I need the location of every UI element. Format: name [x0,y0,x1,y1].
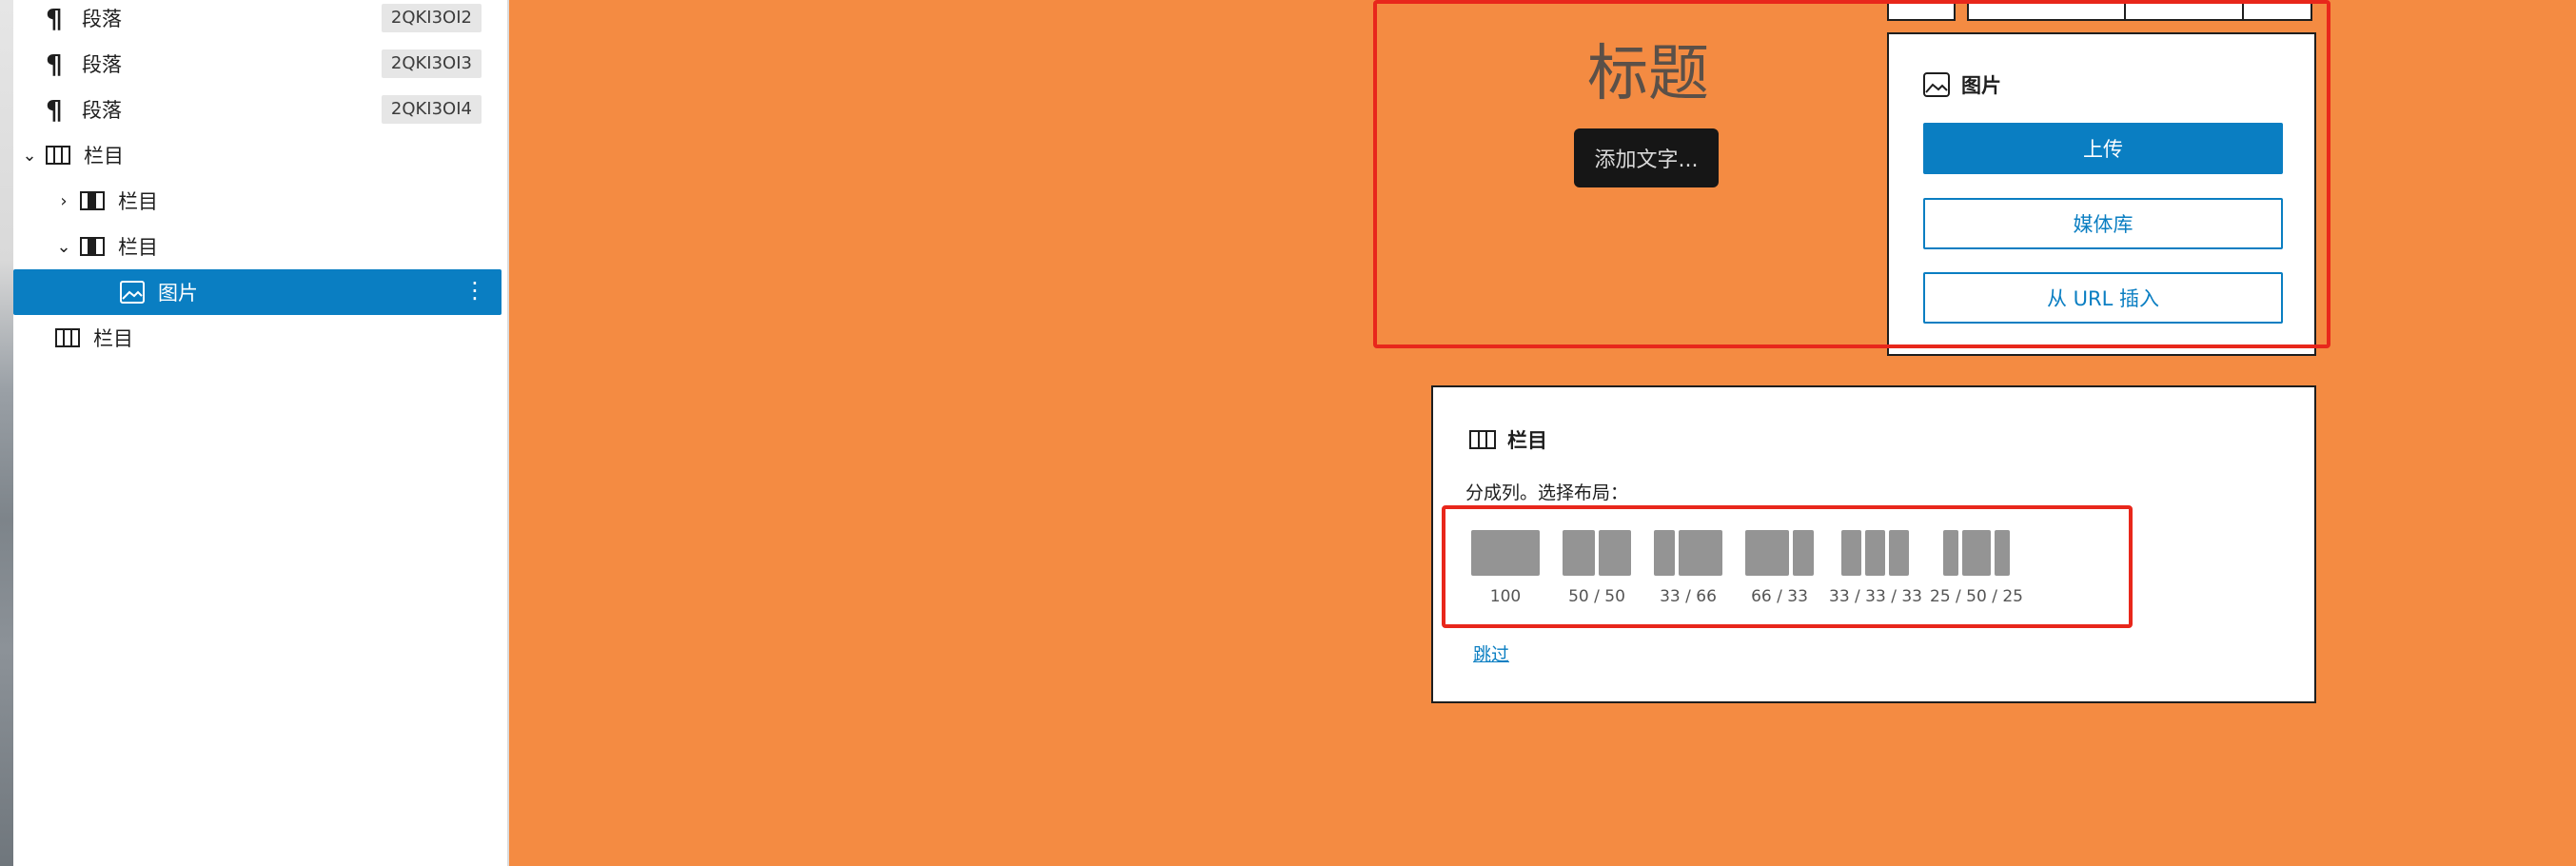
list-item-paragraph[interactable]: ¶ 段落 2QKI3OI3 [46,41,502,87]
list-item-label: 图片 [158,282,198,305]
highlight-box [1373,0,2330,348]
list-item-label: 栏目 [93,327,133,350]
list-item-columns[interactable]: 栏目 [55,315,493,361]
list-item-paragraph[interactable]: ¶ 段落 2QKI3OI4 [46,87,502,132]
paragraph-icon: ¶ [46,93,63,126]
list-item-columns[interactable]: ⌄ 栏目 [19,132,495,178]
list-item-label: 栏目 [84,145,124,167]
anchor-badge: 2QKI3OI3 [381,49,482,78]
paragraph-icon: ¶ [46,48,63,80]
column-icon [80,236,105,257]
anchor-badge: 2QKI3OI2 [381,4,482,32]
columns-icon [55,327,80,348]
chevron-down-icon[interactable]: ⌄ [53,237,74,257]
list-item-column[interactable]: › 栏目 [53,178,491,224]
columns-instructions: 分成列。选择布局： [1465,482,1629,503]
list-item-label: 段落 [82,99,122,122]
list-item-label: 段落 [82,53,122,76]
columns-placeholder-header: 栏目 [1469,425,1547,454]
list-item-image-selected[interactable]: 图片 ⋮ [13,269,501,315]
more-options-icon[interactable]: ⋮ [463,279,486,302]
columns-placeholder-title: 栏目 [1507,429,1547,452]
list-item-label: 段落 [82,8,122,30]
list-view-panel: ¶ 段落 2QKI3OI2 ¶ 段落 2QKI3OI3 ¶ 段落 2QKI3OI… [13,0,509,866]
column-icon [80,190,105,211]
image-icon [120,281,145,304]
chevron-down-icon[interactable]: ⌄ [19,146,40,166]
chevron-right-icon[interactable]: › [53,191,74,211]
skip-link[interactable]: 跳过 [1473,640,1509,666]
anchor-badge: 2QKI3OI4 [381,95,482,124]
columns-icon [1469,429,1507,450]
desktop-background-strip [0,0,13,866]
list-item-column[interactable]: ⌄ 栏目 [53,224,491,269]
columns-icon [46,145,70,166]
paragraph-icon: ¶ [46,2,63,34]
list-item-paragraph[interactable]: ¶ 段落 2QKI3OI2 [46,0,502,41]
list-item-label: 栏目 [118,190,158,213]
list-item-label: 栏目 [118,236,158,259]
highlight-box [1442,505,2133,628]
